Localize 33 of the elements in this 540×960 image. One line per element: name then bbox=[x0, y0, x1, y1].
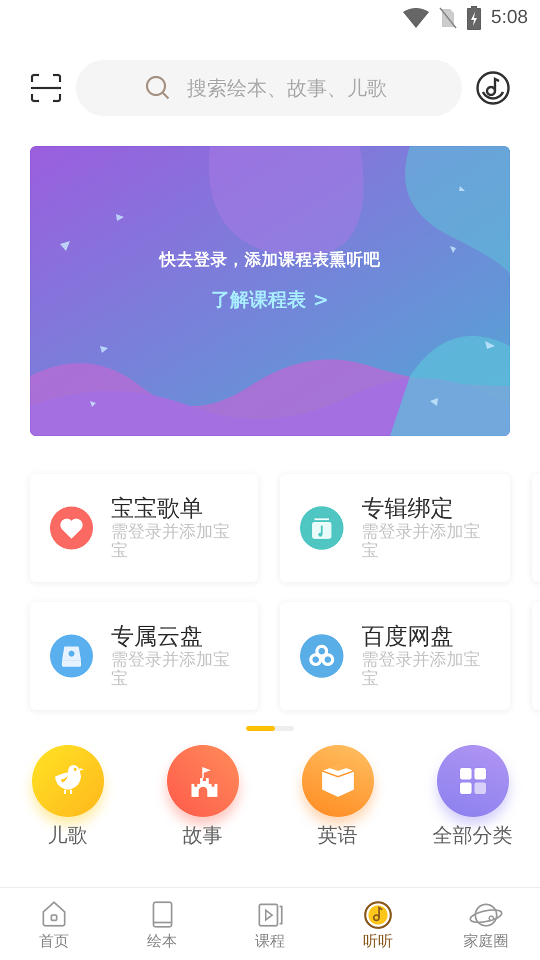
feature-card[interactable]: 百度网盘 需登录并添加宝宝 bbox=[280, 602, 510, 710]
feature-card[interactable]: 宝宝歌单 需登录并添加宝宝 bbox=[30, 474, 258, 582]
card-subtitle: 需登录并添加宝宝 bbox=[110, 651, 231, 689]
banner-message: 快去登录，添加课程表熏听吧 bbox=[160, 249, 380, 271]
status-time: 5:08 bbox=[491, 7, 528, 29]
card-title: 百度网盘 bbox=[362, 623, 454, 650]
cube-icon[interactable] bbox=[302, 745, 374, 817]
wifi-icon bbox=[403, 8, 430, 28]
castle-icon[interactable] bbox=[166, 745, 238, 817]
nav-tab[interactable]: 绘本 bbox=[117, 898, 207, 950]
category-label: 故事 bbox=[182, 823, 222, 847]
search-field[interactable]: 搜索绘本、故事、儿歌 bbox=[76, 60, 462, 116]
card-title: 宝宝歌单 bbox=[110, 495, 204, 522]
search-icon bbox=[144, 74, 172, 102]
no-sim-icon bbox=[439, 7, 458, 29]
category-label: 全部分类 bbox=[432, 823, 512, 847]
nav-tab[interactable]: 听听 bbox=[333, 898, 423, 950]
card-subtitle: 需登录并添加宝宝 bbox=[362, 523, 482, 561]
feature-card[interactable]: 专属云盘 需登录并添加宝宝 bbox=[30, 602, 258, 710]
card-title: 专属云盘 bbox=[110, 623, 204, 650]
feature-card[interactable]: 专辑绑定 需登录并添加宝宝 bbox=[280, 474, 510, 582]
card-subtitle: 需登录并添加宝宝 bbox=[110, 523, 231, 561]
category-label: 儿歌 bbox=[48, 823, 88, 847]
battery-icon bbox=[467, 6, 482, 30]
scan-icon[interactable] bbox=[30, 73, 62, 103]
nav-tab[interactable]: 家庭圈 bbox=[441, 898, 531, 950]
bird-icon[interactable] bbox=[32, 745, 104, 817]
card-subtitle: 需登录并添加宝宝 bbox=[362, 651, 482, 689]
music-disc-icon[interactable] bbox=[476, 71, 510, 105]
nav-tab[interactable]: 首页 bbox=[9, 898, 99, 950]
nav-tab[interactable]: 课程 bbox=[225, 898, 315, 950]
card-title: 专辑绑定 bbox=[362, 495, 454, 522]
category-label: 英语 bbox=[318, 823, 358, 847]
